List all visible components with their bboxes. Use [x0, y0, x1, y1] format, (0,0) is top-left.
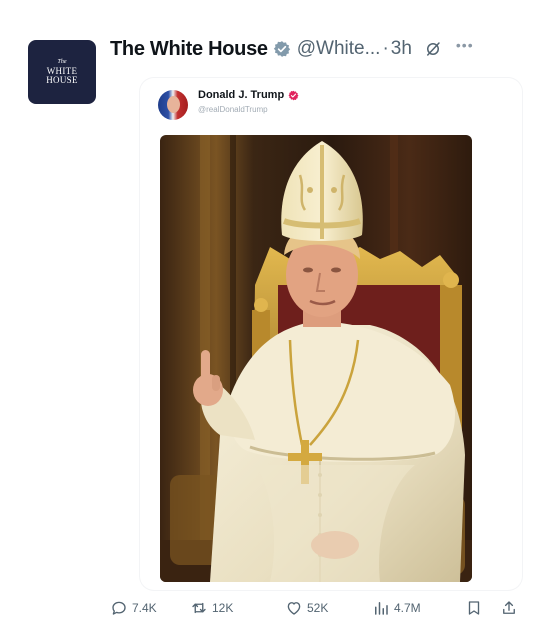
post-timestamp[interactable]: 3h: [391, 38, 412, 60]
author-display-name[interactable]: The White House: [110, 38, 268, 61]
verified-badge-icon: [273, 41, 290, 57]
post-image[interactable]: [160, 135, 472, 582]
embedded-author-handle[interactable]: @realDonaldTrump: [198, 105, 268, 114]
like-count: 52K: [307, 601, 329, 615]
reply-button[interactable]: 7.4K: [110, 597, 157, 619]
repost-button[interactable]: 12K: [190, 597, 233, 619]
more-icon[interactable]: •••: [456, 37, 474, 53]
bookmark-button[interactable]: [465, 597, 487, 619]
embedded-author-name-text: Donald J. Trump: [198, 89, 285, 101]
share-icon: [503, 601, 515, 614]
repost-count: 12K: [212, 601, 234, 615]
views-count: 4.7M: [394, 601, 421, 615]
grok-icon[interactable]: [424, 40, 442, 58]
embedded-post[interactable]: Donald J. Trump @realDonaldTrump: [140, 78, 522, 590]
share-button[interactable]: [500, 597, 522, 619]
views-icon: [375, 602, 388, 615]
action-bar: 7.4K 12K 52K 4.7M: [0, 597, 545, 619]
views-button[interactable]: 4.7M: [372, 597, 421, 619]
embedded-author-avatar[interactable]: [158, 90, 188, 120]
header-separator: ·: [382, 38, 389, 59]
embedded-author-name[interactable]: Donald J. Trump: [198, 89, 299, 101]
painting-figure-in-papal-vestments: [160, 135, 472, 582]
author-handle[interactable]: @White...: [297, 38, 381, 60]
reply-icon: [112, 601, 126, 615]
avatar-face: [167, 96, 180, 113]
post-header: The White House @White... · 3h •••: [110, 36, 474, 62]
avatar-text-the: The: [57, 59, 67, 65]
repost-icon: [192, 602, 206, 614]
like-icon: [287, 602, 301, 615]
avatar-text-line2: HOUSE: [46, 75, 78, 85]
verified-badge-icon: [288, 90, 299, 100]
reply-count: 7.4K: [132, 601, 157, 615]
bookmark-icon: [468, 601, 480, 615]
author-avatar[interactable]: The WHITE HOUSE: [28, 40, 96, 104]
like-button[interactable]: 52K: [285, 597, 328, 619]
